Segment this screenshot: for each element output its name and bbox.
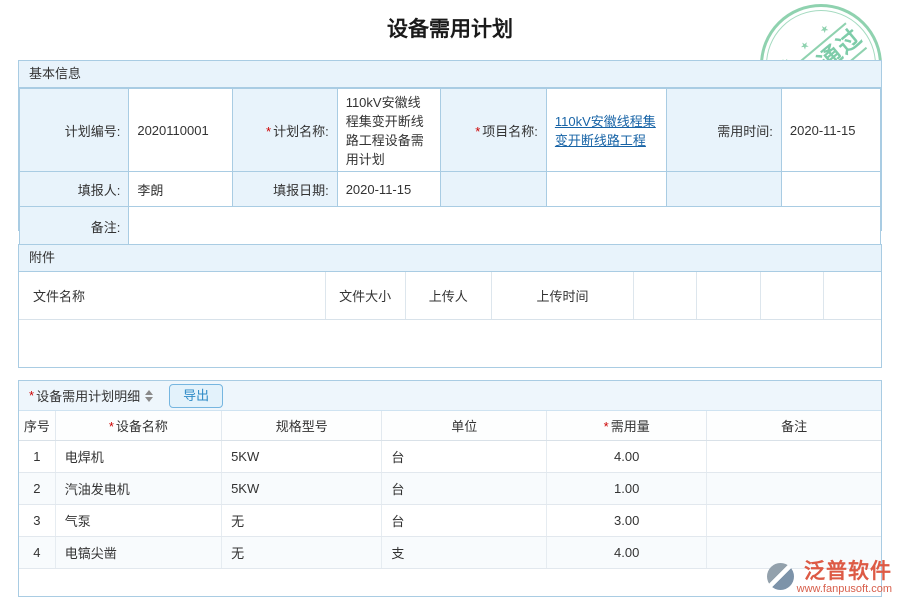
col-seq: 序号 — [19, 411, 55, 441]
project-name-label: *项目名称: — [441, 89, 547, 172]
cell-seq: 4 — [19, 537, 55, 569]
cell-spec: 无 — [222, 537, 382, 569]
cell-qty: 1.00 — [547, 473, 707, 505]
empty-label-cell — [441, 172, 547, 207]
attach-col-empty — [634, 272, 697, 320]
empty-value-cell — [546, 172, 666, 207]
sort-arrows-icon[interactable] — [145, 390, 153, 402]
remark-label: 备注: — [20, 207, 129, 247]
empty-value-cell — [781, 172, 880, 207]
report-date-value: 2020-11-15 — [337, 172, 440, 207]
cell-qty: 4.00 — [547, 537, 707, 569]
empty-label-cell — [666, 172, 781, 207]
detail-section: * 设备需用计划明细 导出 序号 *设备名称 规格型号 单位 *需用量 备注 1… — [18, 380, 882, 597]
attach-col-filename: 文件名称 — [19, 272, 325, 320]
cell-remark — [707, 505, 881, 537]
cell-unit: 台 — [382, 441, 547, 473]
attach-col-empty — [823, 272, 881, 320]
cell-qty: 4.00 — [547, 441, 707, 473]
project-name-link[interactable]: 110kV安徽线程集变开断线路工程 — [555, 114, 656, 148]
table-row: 2 汽油发电机 5KW 台 1.00 — [19, 473, 881, 505]
cell-seq: 2 — [19, 473, 55, 505]
cell-seq: 3 — [19, 505, 55, 537]
required-asterisk: * — [29, 388, 34, 403]
basic-info-table: 计划编号: 2020110001 *计划名称: 110kV安徽线程集变开断线路工… — [19, 88, 881, 247]
required-asterisk: * — [475, 124, 480, 139]
attach-col-empty — [760, 272, 823, 320]
cell-unit: 台 — [382, 505, 547, 537]
attach-col-filesize: 文件大小 — [325, 272, 405, 320]
col-spec: 规格型号 — [222, 411, 382, 441]
attach-col-uploadtime: 上传时间 — [491, 272, 633, 320]
attachments-section: 附件 文件名称 文件大小 上传人 上传时间 — [18, 244, 882, 368]
cell-spec: 无 — [222, 505, 382, 537]
need-date-label: 需用时间: — [666, 89, 781, 172]
cell-seq: 1 — [19, 441, 55, 473]
col-qty: *需用量 — [547, 411, 707, 441]
cell-qty: 3.00 — [547, 505, 707, 537]
detail-table: 序号 *设备名称 规格型号 单位 *需用量 备注 1 电焊机 5KW 台 4.0… — [19, 411, 881, 569]
plan-no-label: 计划编号: — [20, 89, 129, 172]
cell-unit: 台 — [382, 473, 547, 505]
required-asterisk: * — [109, 419, 114, 434]
table-row: 4 电镐尖凿 无 支 4.00 — [19, 537, 881, 569]
table-row: 3 气泵 无 台 3.00 — [19, 505, 881, 537]
report-date-label: 填报日期: — [232, 172, 337, 207]
reporter-label: 填报人: — [20, 172, 129, 207]
detail-section-header: * 设备需用计划明细 导出 — [19, 381, 881, 411]
fanpu-url-text: www.fanpusoft.com — [797, 583, 892, 595]
table-row: 1 电焊机 5KW 台 4.00 — [19, 441, 881, 473]
basic-info-header: 基本信息 — [19, 61, 881, 88]
cell-device-name: 汽油发电机 — [55, 473, 221, 505]
attachments-table: 文件名称 文件大小 上传人 上传时间 — [19, 272, 881, 320]
cell-spec: 5KW — [222, 473, 382, 505]
attachments-header: 附件 — [19, 245, 881, 272]
cell-remark — [707, 441, 881, 473]
col-remark: 备注 — [707, 411, 881, 441]
need-date-value: 2020-11-15 — [781, 89, 880, 172]
plan-name-label: *计划名称: — [232, 89, 337, 172]
required-asterisk: * — [604, 419, 609, 434]
plan-name-value: 110kV安徽线程集变开断线路工程设备需用计划 — [337, 89, 440, 172]
page-title: 设备需用计划 — [0, 0, 900, 45]
fanpu-logo-icon — [767, 563, 794, 590]
fanpu-brand-text: 泛普软件 — [804, 561, 892, 583]
cell-unit: 支 — [382, 537, 547, 569]
attach-col-empty — [697, 272, 761, 320]
cell-device-name: 电镐尖凿 — [55, 537, 221, 569]
export-button[interactable]: 导出 — [169, 384, 223, 408]
required-asterisk: * — [266, 124, 271, 139]
reporter-value: 李朗 — [129, 172, 232, 207]
plan-no-value: 2020110001 — [129, 89, 232, 172]
basic-info-section: 基本信息 计划编号: 2020110001 *计划名称: 110kV安徽线程集变… — [18, 60, 882, 231]
cell-device-name: 电焊机 — [55, 441, 221, 473]
col-device-name: *设备名称 — [55, 411, 221, 441]
fanpu-watermark: 泛普软件 www.fanpusoft.com — [767, 561, 892, 595]
remark-value — [129, 207, 881, 247]
cell-spec: 5KW — [222, 441, 382, 473]
col-unit: 单位 — [382, 411, 547, 441]
cell-remark — [707, 473, 881, 505]
attach-col-uploader: 上传人 — [405, 272, 491, 320]
cell-device-name: 气泵 — [55, 505, 221, 537]
detail-section-title: 设备需用计划明细 — [36, 386, 140, 405]
